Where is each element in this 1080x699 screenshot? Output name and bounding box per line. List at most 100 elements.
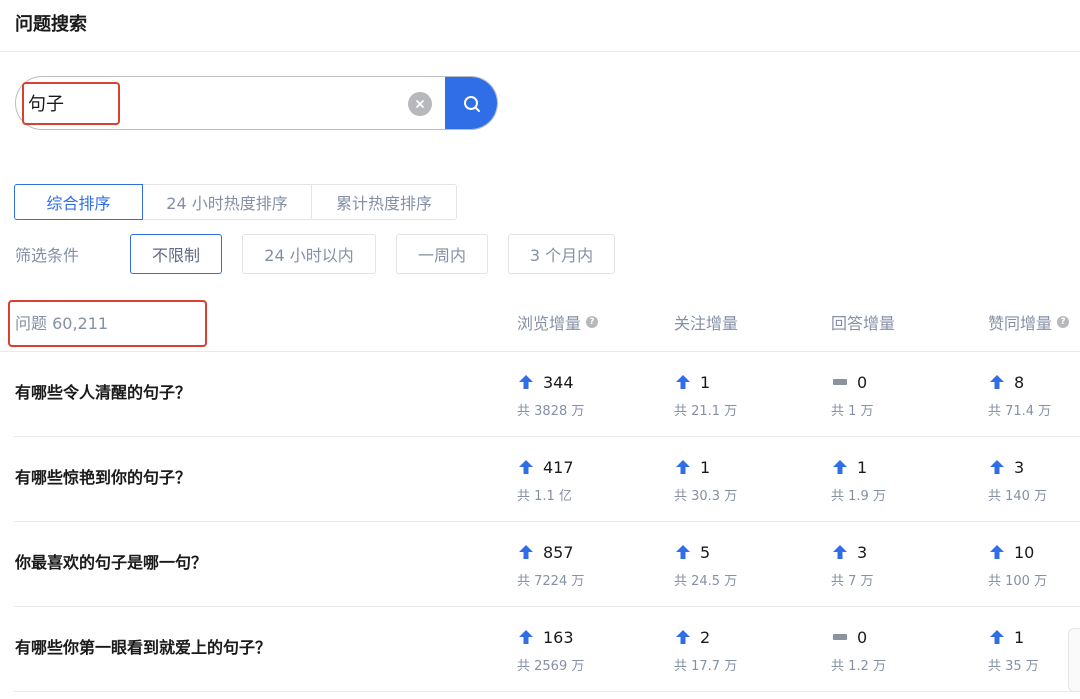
table-row[interactable]: 有哪些你第一眼看到就爱上的句子？ 163 共 2569 万 2 共 17.7 万 0 共 1… (14, 607, 1080, 692)
metric-delta: 1 (1014, 627, 1025, 647)
metric-follows: 1 共 30.3 万 (674, 457, 738, 505)
metric-delta-row: 3 (831, 542, 874, 562)
table-row[interactable]: 有哪些令人清醒的句子？ 344 共 3828 万 1 共 21.1 万 0 共 1 万 8 共 … (14, 352, 1080, 437)
metric-delta: 163 (543, 627, 574, 647)
search-button[interactable] (445, 77, 497, 129)
col-views[interactable]: 浏览增量 ? (517, 310, 599, 334)
dash-icon (833, 634, 847, 640)
metric-delta: 0 (857, 372, 868, 392)
metric-delta: 2 (700, 627, 711, 647)
metric-views: 417 共 1.1 亿 (517, 457, 574, 505)
metric-answers: 0 共 1 万 (831, 372, 874, 420)
metric-delta-row: 344 (517, 372, 584, 392)
metric-delta-row: 163 (517, 627, 584, 647)
metric-total: 共 24.5 万 (674, 574, 738, 589)
metric-total: 共 1.2 万 (831, 659, 886, 674)
arrow-up-icon (517, 459, 535, 475)
filter-week[interactable]: 一周内 (396, 234, 488, 274)
arrow-up-icon (831, 459, 849, 475)
metric-delta: 10 (1014, 542, 1035, 562)
col-answers-label: 回答增量 (831, 314, 896, 333)
arrow-up-icon (674, 544, 692, 560)
metric-upvotes: 3 共 140 万 (988, 457, 1047, 505)
sort-tabs: 综合排序 24 小时热度排序 累计热度排序 (14, 184, 457, 220)
metric-answers: 3 共 7 万 (831, 542, 874, 590)
col-answers[interactable]: 回答增量 (831, 310, 895, 334)
arrow-up-icon (988, 544, 1006, 560)
arrow-up-icon (831, 544, 849, 560)
metric-answers: 1 共 1.9 万 (831, 457, 886, 505)
filter-24h[interactable]: 24 小时以内 (242, 234, 376, 274)
metric-views: 344 共 3828 万 (517, 372, 585, 420)
question-icon[interactable]: ? (586, 316, 599, 328)
metric-delta-row: 10 (988, 542, 1047, 562)
metric-total: 共 1.9 万 (831, 489, 886, 504)
metric-delta: 8 (1014, 372, 1025, 392)
metric-delta-row: 417 (517, 457, 574, 477)
table-row[interactable]: 有哪些惊艳到你的句子？ 417 共 1.1 亿 1 共 30.3 万 1 共 1.9 万 3 共… (14, 437, 1080, 522)
filter-label: 筛选条件 (15, 246, 80, 265)
dash-icon (833, 379, 847, 385)
col-follows[interactable]: 关注增量 (674, 310, 738, 334)
col-follows-label: 关注增量 (674, 314, 739, 333)
metric-delta: 1 (700, 457, 711, 477)
scrollbar-thumb[interactable] (1068, 628, 1080, 692)
arrow-up-icon (674, 374, 692, 390)
metric-answers: 0 共 1.2 万 (831, 627, 886, 675)
metric-delta-row: 1 (674, 372, 737, 392)
metric-delta: 344 (543, 372, 574, 392)
col-views-label: 浏览增量 (517, 314, 582, 333)
question-title[interactable]: 有哪些你第一眼看到就爱上的句子？ (15, 634, 271, 658)
metric-total: 共 71.4 万 (988, 404, 1052, 419)
metric-follows: 1 共 21.1 万 (674, 372, 737, 420)
metric-delta: 0 (857, 627, 868, 647)
metric-total: 共 7224 万 (517, 574, 585, 589)
arrow-up-icon (988, 374, 1006, 390)
search-bar (15, 76, 498, 130)
arrow-up-icon (517, 629, 535, 645)
metric-total: 共 1.1 亿 (517, 489, 572, 504)
metric-delta: 3 (1014, 457, 1025, 477)
question-title[interactable]: 你最喜欢的句子是哪一句？ (15, 549, 207, 573)
question-count: 问题 60,211 (15, 314, 109, 333)
metric-delta: 1 (857, 457, 868, 477)
filter-3-months[interactable]: 3 个月内 (508, 234, 615, 274)
arrow-up-icon (988, 459, 1006, 475)
question-icon[interactable]: ? (1057, 316, 1070, 328)
search-box (15, 76, 498, 130)
metric-delta: 3 (857, 542, 868, 562)
filter-unlimited[interactable]: 不限制 (130, 234, 222, 274)
tab-comprehensive-sort[interactable]: 综合排序 (14, 184, 143, 220)
metric-delta-row: 0 (831, 372, 874, 392)
list-header: 问题 60,211 浏览增量 ? 关注增量 回答增量 赞同增量 ? (0, 296, 1080, 352)
metric-total: 共 3828 万 (517, 404, 585, 419)
tab-cumulative-hot-sort[interactable]: 累计热度排序 (311, 184, 457, 220)
metric-upvotes: 10 共 100 万 (988, 542, 1048, 590)
arrow-up-icon (674, 459, 692, 475)
col-upvotes[interactable]: 赞同增量 ? (988, 310, 1070, 334)
metric-delta-row: 8 (988, 372, 1051, 392)
page-header: 问题搜索 (0, 0, 1080, 52)
metric-upvotes: 8 共 71.4 万 (988, 372, 1052, 420)
metric-delta-row: 5 (674, 542, 737, 562)
table-row[interactable]: 你最喜欢的句子是哪一句？ 857 共 7224 万 5 共 24.5 万 3 共 7 万 10… (14, 522, 1080, 607)
metric-total: 共 30.3 万 (674, 489, 738, 504)
metric-follows: 2 共 17.7 万 (674, 627, 738, 675)
metric-total: 共 100 万 (988, 574, 1048, 589)
metric-views: 857 共 7224 万 (517, 542, 585, 590)
close-circle-icon[interactable] (408, 92, 432, 116)
question-title[interactable]: 有哪些令人清醒的句子？ (15, 379, 191, 403)
metric-total: 共 17.7 万 (674, 659, 738, 674)
arrow-up-icon (517, 544, 535, 560)
metric-views: 163 共 2569 万 (517, 627, 584, 675)
page-title: 问题搜索 (15, 14, 87, 35)
metric-delta-row: 857 (517, 542, 584, 562)
metric-upvotes: 1 共 35 万 (988, 627, 1039, 675)
tab-24h-hot-sort[interactable]: 24 小时热度排序 (142, 184, 312, 220)
metric-total: 共 7 万 (831, 574, 874, 589)
search-icon (462, 94, 482, 114)
search-input[interactable] (28, 85, 408, 121)
question-title[interactable]: 有哪些惊艳到你的句子？ (15, 464, 191, 488)
metric-delta: 1 (700, 372, 711, 392)
arrow-up-icon (988, 629, 1006, 645)
